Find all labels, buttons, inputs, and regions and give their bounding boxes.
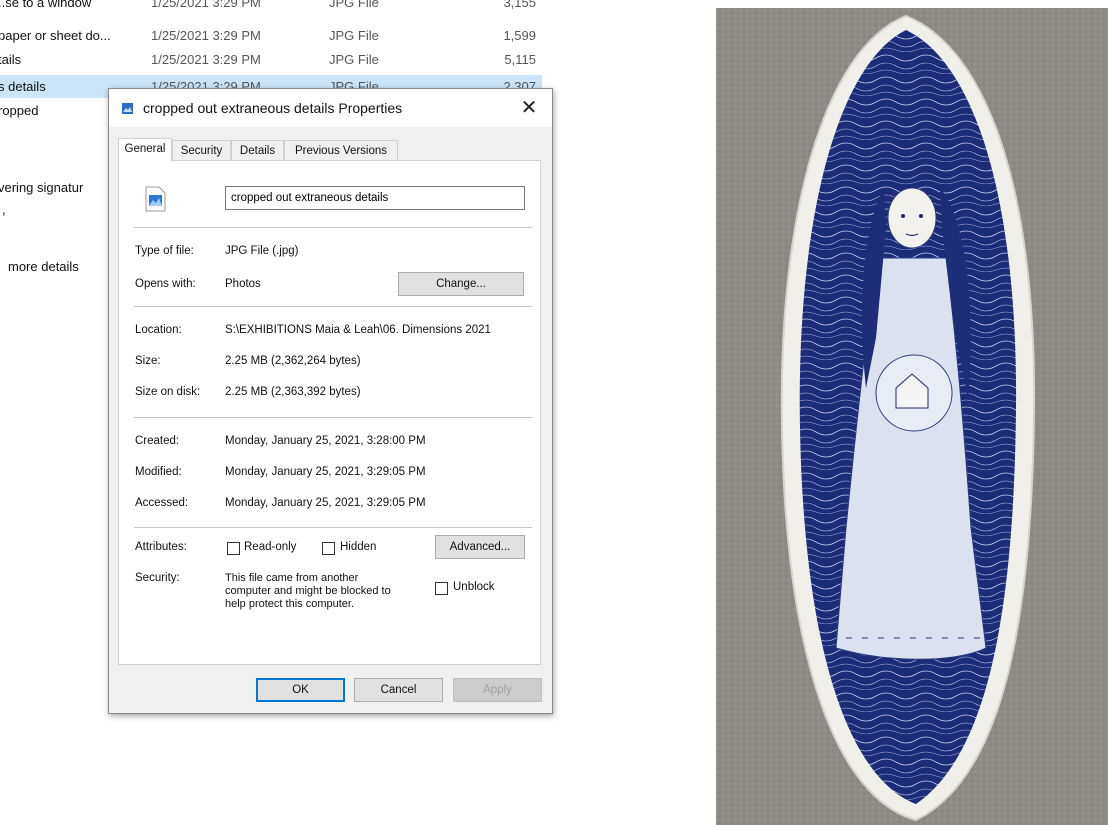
created-value: Monday, January 25, 2021, 3:28:00 PM xyxy=(225,435,426,447)
general-panel: cropped out extraneous details Type of f… xyxy=(118,160,541,665)
file-size: 1,599 xyxy=(503,28,536,43)
modified-label: Modified: xyxy=(135,466,182,478)
attributes-label: Attributes: xyxy=(135,541,187,553)
close-button[interactable]: ✕ xyxy=(506,89,552,127)
file-size: 5,115 xyxy=(504,52,536,67)
properties-dialog: cropped out extraneous details Propertie… xyxy=(108,88,553,714)
readonly-label[interactable]: Read-only xyxy=(244,541,296,553)
file-name: more details xyxy=(8,259,79,274)
divider xyxy=(134,306,532,307)
bowl-illustration xyxy=(716,8,1108,825)
size-label: Size: xyxy=(135,355,161,367)
size-on-disk-value: 2.25 MB (2,363,392 bytes) xyxy=(225,386,361,398)
file-name: ..se to a window xyxy=(0,0,92,10)
readonly-checkbox[interactable] xyxy=(227,542,240,555)
change-button[interactable]: Change... xyxy=(398,272,524,296)
hidden-checkbox[interactable] xyxy=(322,542,335,555)
cancel-button[interactable]: Cancel xyxy=(354,678,443,702)
jpg-file-icon xyxy=(145,186,166,212)
file-name: tails xyxy=(0,52,22,67)
file-date: 1/25/2021 3:29 PM xyxy=(151,52,261,67)
advanced-button[interactable]: Advanced... xyxy=(435,535,525,559)
location-value: S:\EXHIBITIONS Maia & Leah\06. Dimension… xyxy=(225,324,491,336)
modified-value: Monday, January 25, 2021, 3:29:05 PM xyxy=(225,466,426,478)
type-label: Type of file: xyxy=(135,245,194,257)
size-on-disk-label: Size on disk: xyxy=(135,386,201,398)
file-row[interactable]: , xyxy=(0,198,20,221)
security-text-line2: computer and might be blocked to xyxy=(225,585,391,597)
security-text-line3: help protect this computer. xyxy=(225,598,355,610)
type-value: JPG File (.jpg) xyxy=(225,245,299,257)
file-name: vering signatur xyxy=(0,180,84,195)
file-name: ropped xyxy=(0,103,39,118)
file-name: paper or sheet do... xyxy=(0,28,111,43)
opens-with-label: Opens with: xyxy=(135,278,196,290)
tab-security[interactable]: Security xyxy=(172,140,231,160)
dialog-title: cropped out extraneous details Propertie… xyxy=(143,100,403,116)
file-date: 1/25/2021 3:29 PM xyxy=(151,28,261,43)
location-label: Location: xyxy=(135,324,182,336)
image-file-icon xyxy=(122,101,133,114)
file-name: , xyxy=(2,202,6,217)
file-size: 3,155 xyxy=(503,0,536,10)
file-type: JPG File xyxy=(329,0,379,10)
divider xyxy=(134,527,532,528)
file-date: 1/25/2021 3:29 PM xyxy=(151,0,261,10)
ok-button[interactable]: OK xyxy=(256,678,345,702)
file-type: JPG File xyxy=(329,52,379,67)
security-text-line1: This file came from another xyxy=(225,572,359,584)
created-label: Created: xyxy=(135,435,180,447)
file-row[interactable]: ..se to a window 1/25/2021 3:29 PM JPG F… xyxy=(0,0,542,14)
bowl-photo xyxy=(716,8,1108,825)
tab-general[interactable]: General xyxy=(118,138,172,161)
file-type: JPG File xyxy=(329,28,379,43)
divider xyxy=(134,417,532,418)
file-row[interactable]: tails 1/25/2021 3:29 PM JPG File 5,115 xyxy=(0,48,542,71)
dialog-titlebar[interactable]: cropped out extraneous details Propertie… xyxy=(109,89,552,127)
hidden-label[interactable]: Hidden xyxy=(340,541,376,553)
tab-details[interactable]: Details xyxy=(231,140,284,160)
file-row[interactable]: paper or sheet do... 1/25/2021 3:29 PM J… xyxy=(0,24,542,47)
unblock-label[interactable]: Unblock xyxy=(453,581,495,593)
file-name-field[interactable]: cropped out extraneous details xyxy=(225,186,525,210)
divider xyxy=(134,227,532,228)
tab-previous-versions[interactable]: Previous Versions xyxy=(284,140,398,160)
accessed-value: Monday, January 25, 2021, 3:29:05 PM xyxy=(225,497,426,509)
unblock-checkbox[interactable] xyxy=(435,582,448,595)
security-label: Security: xyxy=(135,572,180,584)
file-name: s details xyxy=(0,79,46,94)
opens-with-value: Photos xyxy=(225,278,261,290)
apply-button[interactable]: Apply xyxy=(453,678,542,702)
size-value: 2.25 MB (2,362,264 bytes) xyxy=(225,355,361,367)
accessed-label: Accessed: xyxy=(135,497,189,509)
